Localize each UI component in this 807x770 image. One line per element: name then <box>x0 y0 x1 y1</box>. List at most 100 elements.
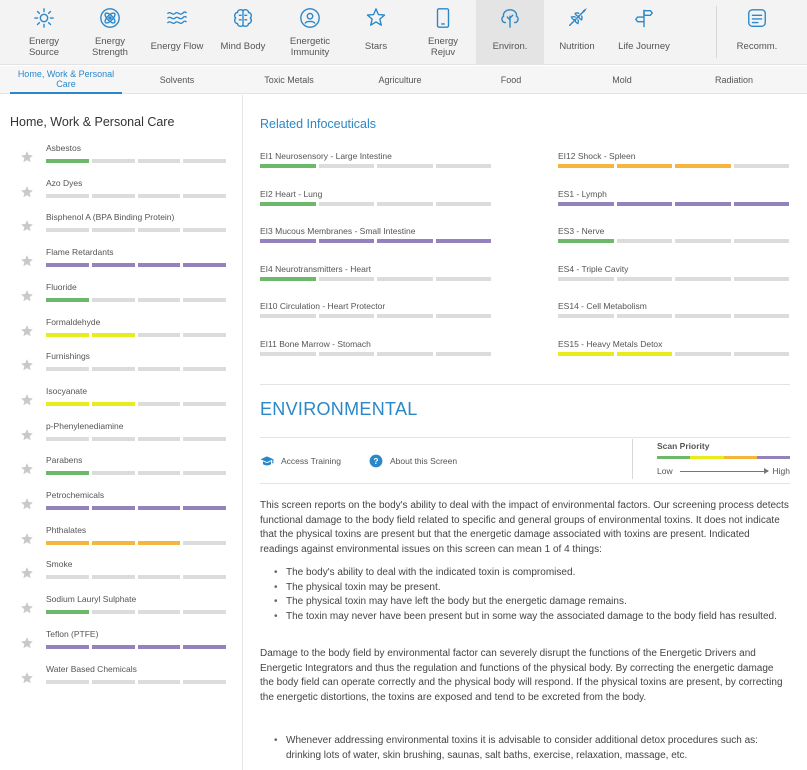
level-bar-segment <box>616 201 672 206</box>
level-bar-segment <box>137 263 181 268</box>
infoceutical-item[interactable]: EI1 Neurosensory - Large Intestine <box>260 151 491 183</box>
tab-solvents[interactable]: Solvents <box>150 66 204 94</box>
infoceutical-item[interactable]: EI3 Mucous Membranes - Small Intestine <box>260 226 491 258</box>
toxin-item[interactable]: Water Based Chemicals <box>0 664 242 698</box>
toxin-label: Fluoride <box>46 281 77 292</box>
infoceutical-item[interactable]: EI12 Shock - Spleen <box>558 151 789 183</box>
toxin-item[interactable]: Furnishings <box>0 351 242 385</box>
tab-food[interactable]: Food <box>493 66 529 94</box>
tab-mold[interactable]: Mold <box>604 66 640 94</box>
star-icon[interactable] <box>20 566 34 580</box>
star-icon[interactable] <box>20 393 34 407</box>
scan-priority-segment <box>756 456 790 459</box>
infoceutical-item[interactable]: EI10 Circulation - Heart Protector <box>260 301 491 333</box>
level-bar-segment <box>260 201 316 206</box>
level-bar-segment <box>260 164 316 168</box>
toxin-label: Isocyanate <box>46 385 88 396</box>
level-bar-segment <box>46 644 89 649</box>
related-infoceuticals-title: Related Infoceuticals <box>260 117 377 131</box>
nav-energy-rejuv[interactable]: Energy Rejuv <box>417 0 469 65</box>
nav-life-journey[interactable]: Life Journey <box>612 0 676 65</box>
star-icon[interactable] <box>20 150 34 164</box>
toxin-item[interactable]: Azo Dyes <box>0 178 242 212</box>
toxin-item[interactable]: Sodium Lauryl Sulphate <box>0 594 242 628</box>
level-bar-segment <box>733 351 789 356</box>
star-icon[interactable] <box>20 289 34 303</box>
toxin-label: Asbestos <box>46 143 81 153</box>
level-bar-segment <box>733 201 789 206</box>
toxin-item[interactable]: Phthalates <box>0 525 242 559</box>
nav-stars[interactable]: Stars <box>352 0 400 65</box>
toxin-item[interactable]: Formaldehyde <box>0 317 242 351</box>
divider <box>260 437 790 438</box>
scan-low-label: Low <box>657 466 673 476</box>
level-bar-segment <box>91 193 135 198</box>
access-training-button[interactable]: Access Training <box>260 453 341 469</box>
tab-radiation[interactable]: Radiation <box>706 66 762 94</box>
infoceutical-item[interactable]: ES3 - Nerve <box>558 226 789 258</box>
level-bar <box>46 193 226 198</box>
nav-nutrition[interactable]: Nutrition <box>552 0 602 65</box>
toxin-item[interactable]: Teflon (PTFE) <box>0 629 242 663</box>
toxin-item[interactable]: Parabens <box>0 455 242 489</box>
level-bar-segment <box>733 314 789 318</box>
about-screen-button[interactable]: ? About this Screen <box>369 453 457 469</box>
toxin-item[interactable]: Flame Retardants <box>0 247 242 281</box>
star-icon[interactable] <box>20 671 34 685</box>
toxin-item[interactable]: Fluoride <box>0 282 242 316</box>
level-bar-segment <box>435 201 491 206</box>
level-bar-segment <box>260 314 316 318</box>
tab-home-work-personal-care[interactable]: Home, Work & Personal Care <box>10 66 122 94</box>
toxin-list-panel: Home, Work & Personal Care Asbestos Azo D… <box>0 95 243 770</box>
star-icon[interactable] <box>20 219 34 233</box>
nav-energy-strength[interactable]: Energy Strength <box>84 0 136 65</box>
infoceutical-item[interactable]: EI4 Neurotransmitters - Heart <box>260 264 491 296</box>
nav-recomm[interactable]: Recomm. <box>728 0 786 65</box>
divider <box>632 439 633 479</box>
toxin-item[interactable]: Bisphenol A (BPA Binding Protein) <box>0 212 242 246</box>
infoceutical-item[interactable]: ES4 - Triple Cavity <box>558 264 789 296</box>
toxin-item[interactable]: Smoke <box>0 559 242 593</box>
star-icon[interactable] <box>20 497 34 511</box>
checklist-icon <box>746 7 768 29</box>
infoceutical-item[interactable]: EI11 Bone Marrow - Stomach <box>260 339 491 371</box>
level-bar <box>558 164 789 168</box>
nav-energy-source[interactable]: Energy Source <box>18 0 70 65</box>
toxin-item[interactable]: p-Phenylenediamine <box>0 421 242 455</box>
shield-person-icon <box>299 7 321 29</box>
nav-environ[interactable]: Environ. <box>476 0 544 65</box>
nav-energy-flow[interactable]: Energy Flow <box>146 0 208 65</box>
infoceutical-item[interactable]: EI2 Heart - Lung <box>260 189 491 221</box>
infoceutical-item[interactable]: ES15 - Heavy Metals Detox <box>558 339 789 371</box>
star-icon[interactable] <box>20 254 34 268</box>
nav-energetic-immunity[interactable]: Energetic Immunity <box>280 0 340 65</box>
star-icon[interactable] <box>20 185 34 199</box>
infoceutical-item[interactable]: ES1 - Lymph <box>558 189 789 221</box>
level-bar-segment <box>46 193 89 198</box>
tab-agriculture[interactable]: Agriculture <box>370 66 430 94</box>
infoceutical-item[interactable]: ES14 - Cell Metabolism <box>558 301 789 333</box>
toxin-item[interactable]: Asbestos <box>0 143 242 177</box>
star-icon[interactable] <box>20 636 34 650</box>
nav-mind-body[interactable]: Mind Body <box>215 0 271 65</box>
star-icon[interactable] <box>20 601 34 615</box>
level-bar-segment <box>91 401 135 406</box>
toxin-item[interactable]: Petrochemicals <box>0 490 242 524</box>
bullet-item: The physical toxin may be present. <box>274 581 790 596</box>
star-icon[interactable] <box>20 358 34 372</box>
star-icon[interactable] <box>20 324 34 338</box>
level-bar-segment <box>183 540 226 545</box>
bullet-list: Whenever addressing environmental toxins… <box>274 734 790 763</box>
star-icon[interactable] <box>20 532 34 546</box>
infoceutical-label: EI12 Shock - Spleen <box>558 151 636 161</box>
divider <box>260 384 790 385</box>
toxin-label: Furnishings <box>46 351 90 362</box>
star-icon[interactable] <box>20 428 34 442</box>
level-bar-segment <box>91 540 135 545</box>
star-icon[interactable] <box>20 462 34 476</box>
wheat-icon <box>566 7 588 29</box>
toxin-item[interactable]: Isocyanate <box>0 386 242 420</box>
tab-toxic-metals[interactable]: Toxic Metals <box>254 66 324 94</box>
level-bar-segment <box>137 679 181 684</box>
nav-label: Energy Strength <box>92 36 128 58</box>
